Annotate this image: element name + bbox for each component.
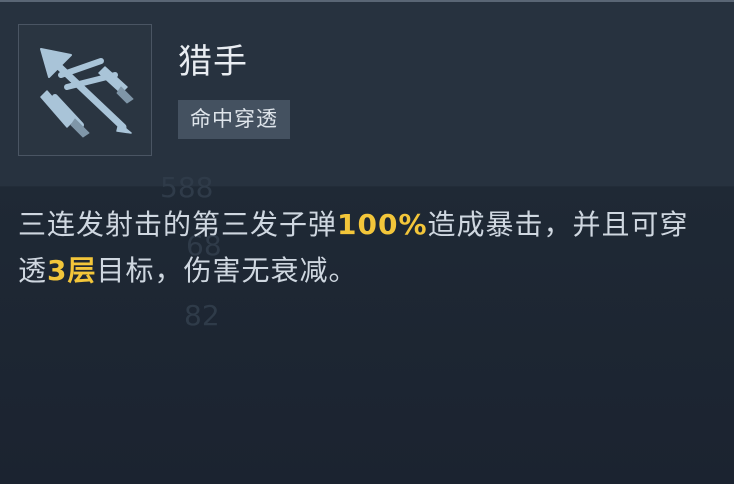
skill-title: 猎手 xyxy=(178,42,248,82)
highlight-pierce-layers: 3层 xyxy=(47,254,97,287)
highlight-crit-chance: 100% xyxy=(337,208,428,241)
skill-header: 猎手 命中穿透 xyxy=(0,2,734,186)
crossed-arrows-icon xyxy=(40,48,134,138)
background-number-3: 82 xyxy=(184,299,220,332)
skill-description: 三连发射击的第三发子弹100%造成暴击，并且可穿透3层目标，伤害无衰减。 xyxy=(18,202,708,294)
skill-tag-badge: 命中穿透 xyxy=(178,100,290,139)
description-text-1: 三连发射击的第三发子弹 xyxy=(18,208,338,241)
skill-tooltip-card: 猎手 命中穿透 588 68 82 三连发射击的第三发子弹100%造成暴击，并且… xyxy=(0,0,734,484)
skill-icon-frame xyxy=(18,24,152,156)
background-number-1: 588 xyxy=(160,171,214,204)
description-text-3: 目标，伤害无衰减。 xyxy=(96,254,358,287)
